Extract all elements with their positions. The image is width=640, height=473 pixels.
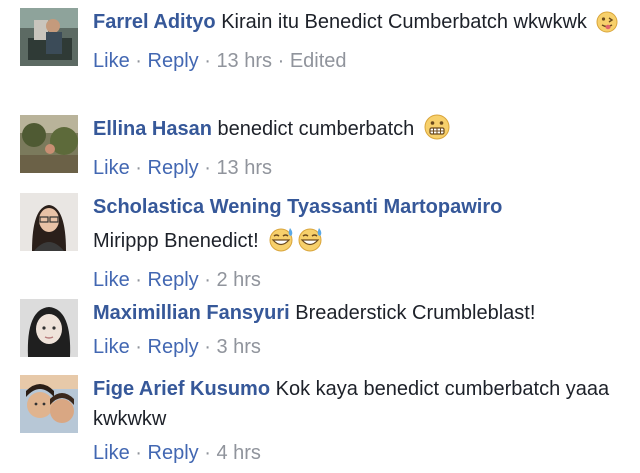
- avatar[interactable]: [20, 375, 78, 433]
- tongue-out-icon: [596, 11, 618, 42]
- like-link[interactable]: Like: [93, 269, 130, 291]
- separator: ·: [135, 269, 142, 291]
- avatar[interactable]: [20, 8, 78, 66]
- comment-author[interactable]: Maximillian Fansyuri: [93, 302, 290, 324]
- avatar[interactable]: [20, 193, 78, 251]
- comment-actions: Like · Reply · 13 hrs: [93, 153, 630, 183]
- like-link[interactable]: Like: [93, 157, 130, 179]
- comment-text: Mirippp Bnenedict!: [93, 230, 259, 252]
- separator: ·: [204, 50, 211, 72]
- reply-link[interactable]: Reply: [148, 269, 199, 291]
- edited-label[interactable]: Edited: [290, 50, 347, 72]
- comment-author[interactable]: Ellina Hasan: [93, 118, 212, 140]
- comment-timestamp[interactable]: 2 hrs: [216, 269, 260, 291]
- reply-link[interactable]: Reply: [148, 336, 199, 358]
- reply-link[interactable]: Reply: [148, 50, 199, 72]
- grimacing-icon: [424, 114, 450, 149]
- sweat-smile-icon: [268, 226, 324, 261]
- separator: ·: [135, 50, 142, 72]
- comment-actions: Like · Reply · 13 hrs · Edited: [93, 46, 630, 76]
- comment-timestamp[interactable]: 13 hrs: [216, 157, 272, 179]
- reply-link[interactable]: Reply: [148, 442, 199, 464]
- separator: ·: [135, 336, 142, 358]
- comment-timestamp[interactable]: 4 hrs: [216, 442, 260, 464]
- comment-actions: Like · Reply · 3 hrs: [93, 332, 630, 362]
- reply-link[interactable]: Reply: [148, 157, 199, 179]
- separator: ·: [204, 336, 211, 358]
- avatar[interactable]: [20, 115, 78, 173]
- separator: ·: [204, 157, 211, 179]
- separator: ·: [204, 442, 211, 464]
- comment-author[interactable]: Fige Arief Kusumo: [93, 378, 270, 400]
- like-link[interactable]: Like: [93, 336, 130, 358]
- comment-timestamp[interactable]: 13 hrs: [216, 50, 272, 72]
- separator: ·: [204, 269, 211, 291]
- like-link[interactable]: Like: [93, 50, 130, 72]
- separator: ·: [135, 442, 142, 464]
- comment-author[interactable]: Farrel Adityo: [93, 11, 216, 33]
- comment-text: Kirain itu Benedict Cumberbatch wkwkwk: [221, 11, 587, 33]
- comment-author[interactable]: Scholastica Wening Tyassanti Martopawiro: [93, 196, 502, 218]
- comment-text: Breaderstick Crumbleblast!: [295, 302, 536, 324]
- comment-timestamp[interactable]: 3 hrs: [216, 336, 260, 358]
- separator: ·: [277, 50, 285, 72]
- comment-actions: Like · Reply · 2 hrs: [93, 265, 630, 295]
- like-link[interactable]: Like: [93, 442, 130, 464]
- avatar[interactable]: [20, 299, 78, 357]
- separator: ·: [135, 157, 142, 179]
- comment-actions: Like · Reply · 4 hrs: [93, 438, 630, 468]
- comment-text: benedict cumberbatch: [217, 118, 415, 140]
